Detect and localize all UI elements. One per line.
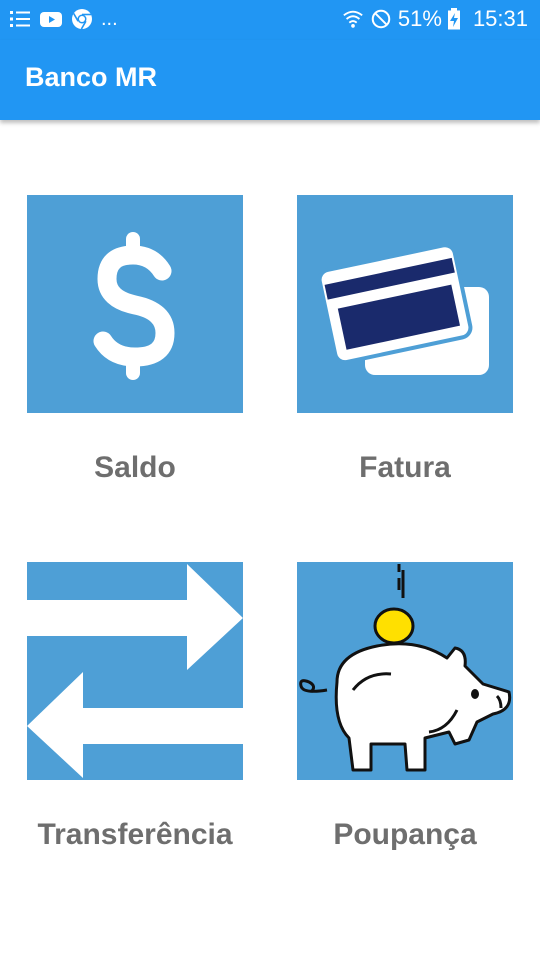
fatura-label[interactable]: Fatura xyxy=(297,451,513,485)
saldo-label[interactable]: Saldo xyxy=(27,451,243,485)
menu-tile-saldo[interactable]: Saldo xyxy=(27,195,243,485)
transferencia-image[interactable] xyxy=(27,562,243,780)
fatura-image[interactable] xyxy=(297,195,513,413)
wifi-icon xyxy=(342,8,364,30)
status-bar-notifications: ... xyxy=(8,7,118,31)
app-title: Banco MR xyxy=(25,62,158,92)
dollar-icon xyxy=(93,232,175,380)
more-notifications-text: ... xyxy=(101,8,118,30)
chrome-icon xyxy=(70,7,94,31)
poupanca-label[interactable]: Poupança xyxy=(297,818,513,852)
transfer-arrows-icon xyxy=(27,564,243,778)
status-bar: ... 51% 15:31 xyxy=(0,0,540,40)
menu-tile-fatura[interactable]: Fatura xyxy=(297,195,513,485)
battery-percentage: 51% xyxy=(397,6,442,31)
piggy-bank-icon xyxy=(299,564,512,772)
poupanca-image[interactable] xyxy=(297,562,513,780)
battery-charging-icon xyxy=(447,8,461,30)
menu-tile-transferencia[interactable]: Transferência xyxy=(27,562,243,852)
saldo-image[interactable] xyxy=(27,195,243,413)
list-icon xyxy=(8,7,32,31)
do-not-disturb-icon xyxy=(370,8,392,30)
credit-card-icon xyxy=(317,243,489,375)
transferencia-label[interactable]: Transferência xyxy=(27,818,243,852)
youtube-icon xyxy=(39,7,63,31)
clock-time: 15:31 xyxy=(472,6,528,31)
status-bar-system: 51% 15:31 xyxy=(342,6,528,32)
app-bar: Banco MR xyxy=(0,40,540,120)
menu-tile-poupanca[interactable]: Poupança xyxy=(297,562,513,852)
